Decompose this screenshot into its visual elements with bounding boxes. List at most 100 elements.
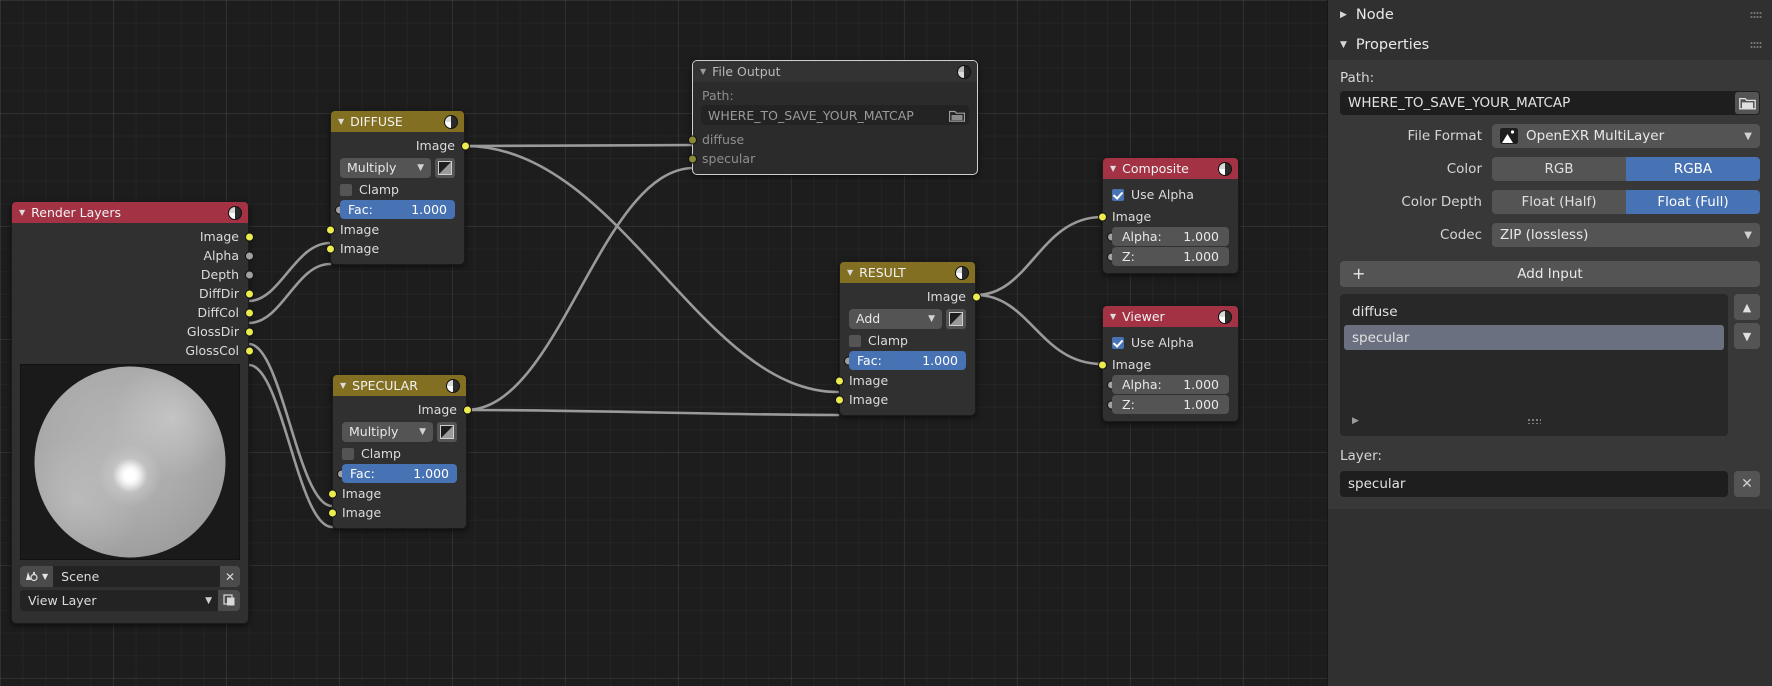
socket-image-a-in[interactable] <box>327 489 337 498</box>
socket-specular-in[interactable] <box>687 154 697 163</box>
clamp-checkbox[interactable] <box>849 334 861 347</box>
node-diffuse-mix[interactable]: ▼ DIFFUSE Image Multiply ▼ Clamp Fac: 1.… <box>325 110 470 265</box>
path-input[interactable]: WHERE_TO_SAVE_YOUR_MATCAP <box>701 105 969 125</box>
node-specular-mix[interactable]: ▼ SPECULAR Image Multiply ▼ Clamp Fac: 1… <box>327 374 472 529</box>
socket-image-b-in[interactable] <box>325 244 335 253</box>
list-footer[interactable]: ▶ <box>1344 410 1724 432</box>
output-socket-row[interactable]: Image <box>333 400 472 419</box>
node-viewer-header[interactable]: ▼ Viewer <box>1103 306 1238 327</box>
collapse-triangle-icon[interactable]: ▼ <box>340 381 346 390</box>
input-socket-row[interactable]: Image <box>325 220 464 239</box>
clamp-checkbox-row[interactable]: Clamp <box>333 444 466 463</box>
socket-glossdir-out[interactable] <box>244 327 254 336</box>
clamp-checkbox[interactable] <box>342 447 354 460</box>
output-socket-row[interactable]: DiffCol <box>12 303 254 322</box>
resize-grip-icon[interactable] <box>1527 418 1541 424</box>
view-layer-selector[interactable]: View Layer ▼ <box>20 590 240 611</box>
socket-alpha-out[interactable] <box>244 251 254 260</box>
node-diffuse-header[interactable]: ▼ DIFFUSE <box>331 111 464 132</box>
output-socket-row[interactable]: Depth <box>12 265 254 284</box>
fac-slider[interactable]: Fac: 1.000 <box>849 351 966 370</box>
list-item[interactable]: diffuse <box>1344 299 1724 324</box>
fac-slider[interactable]: Fac: 1.000 <box>340 200 455 219</box>
list-item[interactable]: specular <box>1344 325 1724 350</box>
socket-glosscol-out[interactable] <box>244 346 254 355</box>
z-field[interactable]: Z: 1.000 <box>1112 395 1229 414</box>
socket-image-in[interactable] <box>1097 360 1107 369</box>
clamp-checkbox-row[interactable]: Clamp <box>331 180 464 199</box>
use-alpha-checkbox[interactable] <box>1112 336 1124 349</box>
alpha-toggle-button[interactable] <box>946 308 966 329</box>
layer-input[interactable]: specular <box>1340 471 1728 497</box>
expand-triangle-icon[interactable]: ▶ <box>1340 10 1347 20</box>
add-input-button[interactable]: + Add Input <box>1340 261 1760 287</box>
blend-mode-row[interactable]: Multiply ▼ <box>331 157 464 178</box>
socket-image-b-in[interactable] <box>327 508 337 517</box>
panel-header-node[interactable]: ▶ Node <box>1328 0 1772 30</box>
scene-icon[interactable]: ▼ <box>20 566 54 587</box>
collapse-triangle-icon[interactable]: ▼ <box>1340 40 1347 50</box>
codec-dropdown[interactable]: ZIP (lossless) ▼ <box>1492 223 1760 247</box>
node-result-header[interactable]: ▼ RESULT <box>840 262 975 283</box>
input-socket-row[interactable]: Image <box>327 484 466 503</box>
input-socket-row[interactable]: Image <box>327 503 466 522</box>
socket-diffuse-in[interactable] <box>687 135 697 144</box>
node-specular-header[interactable]: ▼ SPECULAR <box>333 375 466 396</box>
socket-image-out[interactable] <box>460 141 470 150</box>
collapse-triangle-icon[interactable]: ▼ <box>1110 312 1116 321</box>
color-toggle-group[interactable]: RGB RGBA <box>1492 157 1760 181</box>
socket-image-a-in[interactable] <box>834 376 844 385</box>
blend-mode-dropdown[interactable]: Multiply ▼ <box>342 421 433 442</box>
path-input[interactable]: WHERE_TO_SAVE_YOUR_MATCAP <box>1340 91 1760 115</box>
scene-selector[interactable]: ▼ Scene ✕ <box>20 566 240 587</box>
alpha-toggle-button[interactable] <box>435 157 455 178</box>
depth-full-toggle[interactable]: Float (Full) <box>1626 190 1760 214</box>
open-folder-button[interactable] <box>948 107 966 123</box>
use-alpha-row[interactable]: Use Alpha <box>1103 185 1238 204</box>
collapse-triangle-icon[interactable]: ▼ <box>700 67 706 76</box>
node-file-output[interactable]: ▼ File Output Path: WHERE_TO_SAVE_YOUR_M… <box>687 60 978 175</box>
collapse-triangle-icon[interactable]: ▼ <box>1110 164 1116 173</box>
clear-scene-button[interactable]: ✕ <box>220 566 240 587</box>
socket-diffcol-out[interactable] <box>244 308 254 317</box>
node-editor-canvas[interactable]: ▼ Render Layers Image Alpha Depth DiffDi… <box>0 0 1327 686</box>
blend-mode-dropdown[interactable]: Add ▼ <box>849 308 942 329</box>
input-socket-row[interactable]: Image <box>325 239 464 258</box>
input-socket-row[interactable]: Image <box>834 390 975 409</box>
socket-image-in[interactable] <box>1097 212 1107 221</box>
alpha-field[interactable]: Alpha: 1.000 <box>1112 375 1229 394</box>
browse-folder-button[interactable] <box>1735 92 1759 114</box>
socket-image-out[interactable] <box>244 232 254 241</box>
input-socket-row[interactable]: Image <box>834 371 975 390</box>
file-format-dropdown[interactable]: OpenEXR MultiLayer ▼ <box>1492 124 1760 148</box>
fac-slider[interactable]: Fac: 1.000 <box>342 464 457 483</box>
node-file-output-header[interactable]: ▼ File Output <box>693 61 977 82</box>
alpha-field[interactable]: Alpha: 1.000 <box>1112 227 1229 246</box>
node-render-layers[interactable]: ▼ Render Layers Image Alpha Depth DiffDi… <box>11 201 254 624</box>
blend-mode-row[interactable]: Multiply ▼ <box>333 421 466 442</box>
drag-grip-icon[interactable] <box>1750 11 1762 19</box>
output-socket-row[interactable]: Image <box>12 227 254 246</box>
expand-triangle-icon[interactable]: ▶ <box>1352 416 1359 426</box>
blend-mode-row[interactable]: Add ▼ <box>840 308 975 329</box>
move-up-button[interactable]: ▲ <box>1734 294 1760 320</box>
output-socket-row[interactable]: DiffDir <box>12 284 254 303</box>
node-result-mix[interactable]: ▼ RESULT Image Add ▼ Clamp Fac: 1.000 Im… <box>834 261 981 416</box>
z-field[interactable]: Z: 1.000 <box>1112 247 1229 266</box>
output-socket-row[interactable]: Image <box>331 136 470 155</box>
depth-half-toggle[interactable]: Float (Half) <box>1492 190 1626 214</box>
node-composite-header[interactable]: ▼ Composite <box>1103 158 1238 179</box>
collapse-triangle-icon[interactable]: ▼ <box>847 268 853 277</box>
remove-layer-button[interactable]: ✕ <box>1734 471 1760 497</box>
input-socket-row[interactable]: Image <box>1097 207 1238 226</box>
node-composite[interactable]: ▼ Composite Use Alpha Image Alpha: 1.000… <box>1097 157 1239 274</box>
copy-layer-button[interactable] <box>218 590 240 611</box>
socket-diffdir-out[interactable] <box>244 289 254 298</box>
input-socket-row[interactable]: Image <box>1097 355 1238 374</box>
socket-depth-out[interactable] <box>244 270 254 279</box>
clamp-checkbox[interactable] <box>340 183 352 196</box>
input-socket-row[interactable]: specular <box>687 149 977 168</box>
socket-image-b-in[interactable] <box>834 395 844 404</box>
color-depth-toggle-group[interactable]: Float (Half) Float (Full) <box>1492 190 1760 214</box>
alpha-toggle-button[interactable] <box>437 421 457 442</box>
